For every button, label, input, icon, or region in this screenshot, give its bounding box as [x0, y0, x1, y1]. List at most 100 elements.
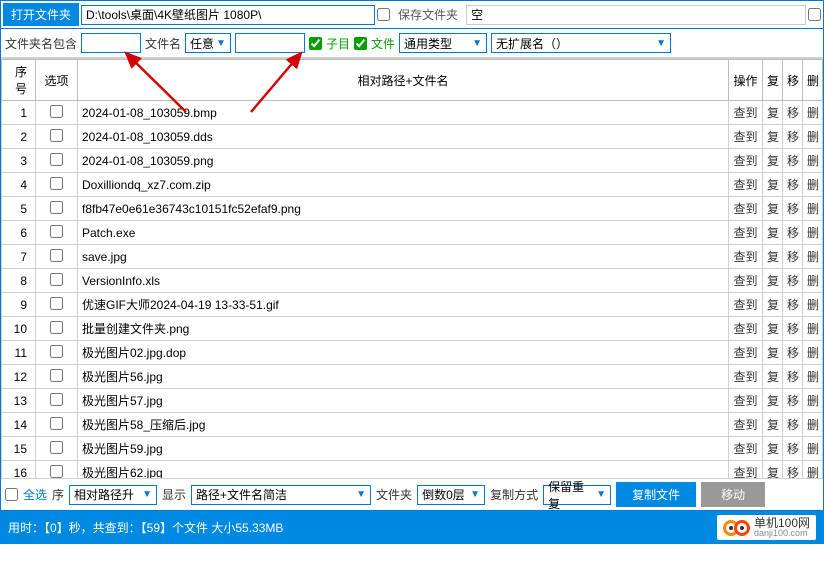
save-folder-button[interactable]: 保存文件夹 — [392, 3, 464, 26]
save-path-input[interactable] — [466, 5, 806, 25]
row-checkbox[interactable] — [50, 177, 63, 190]
copy-link[interactable]: 复 — [767, 274, 779, 288]
file-table-wrap[interactable]: 序号 选项 相对路径+文件名 操作 复 移 删 1 2024-01-08_103… — [1, 58, 823, 478]
del-link[interactable]: 删 — [807, 154, 819, 168]
del-link[interactable]: 删 — [807, 274, 819, 288]
display-mode-dropdown[interactable]: 路径+文件名简洁▼ — [191, 485, 371, 505]
subdir-checkbox[interactable] — [309, 37, 322, 50]
file-checkbox[interactable] — [354, 37, 367, 50]
table-row[interactable]: 2 2024-01-08_103059.dds 查到 复 移 删 — [2, 125, 823, 149]
layers-dropdown[interactable]: 倒数0层▼ — [417, 485, 485, 505]
move-link[interactable]: 移 — [787, 202, 799, 216]
sort-dropdown[interactable]: 相对路径升▼ — [69, 485, 157, 505]
view-link[interactable]: 查到 — [733, 442, 757, 456]
row-checkbox[interactable] — [50, 153, 63, 166]
copy-link[interactable]: 复 — [767, 322, 779, 336]
view-link[interactable]: 查到 — [733, 298, 757, 312]
keep-dropdown[interactable]: 保留重复▼ — [543, 485, 611, 505]
del-link[interactable]: 删 — [807, 226, 819, 240]
row-checkbox[interactable] — [50, 465, 63, 478]
table-row[interactable]: 14 极光图片58_压缩后.jpg 查到 复 移 删 — [2, 413, 823, 437]
table-row[interactable]: 4 Doxilliondq_xz7.com.zip 查到 复 移 删 — [2, 173, 823, 197]
filename-input[interactable] — [235, 33, 305, 53]
move-link[interactable]: 移 — [787, 178, 799, 192]
copy-link[interactable]: 复 — [767, 442, 779, 456]
copy-link[interactable]: 复 — [767, 226, 779, 240]
table-row[interactable]: 16 极光图片62.jpg 查到 复 移 删 — [2, 461, 823, 479]
view-link[interactable]: 查到 — [733, 370, 757, 384]
copy-link[interactable]: 复 — [767, 106, 779, 120]
row-checkbox[interactable] — [50, 393, 63, 406]
copy-link[interactable]: 复 — [767, 466, 779, 478]
del-link[interactable]: 删 — [807, 130, 819, 144]
move-link[interactable]: 移 — [787, 346, 799, 360]
view-link[interactable]: 查到 — [733, 106, 757, 120]
table-row[interactable]: 15 极光图片59.jpg 查到 复 移 删 — [2, 437, 823, 461]
row-checkbox[interactable] — [50, 297, 63, 310]
copy-link[interactable]: 复 — [767, 250, 779, 264]
copy-link[interactable]: 复 — [767, 202, 779, 216]
folder-contains-input[interactable] — [81, 33, 141, 53]
view-link[interactable]: 查到 — [733, 226, 757, 240]
row-checkbox[interactable] — [50, 441, 63, 454]
move-link[interactable]: 移 — [787, 154, 799, 168]
copy-link[interactable]: 复 — [767, 298, 779, 312]
copy-files-button[interactable]: 复制文件 — [616, 482, 696, 507]
select-all-checkbox[interactable] — [5, 488, 18, 501]
del-link[interactable]: 删 — [807, 202, 819, 216]
row-checkbox[interactable] — [50, 417, 63, 430]
del-link[interactable]: 删 — [807, 250, 819, 264]
move-link[interactable]: 移 — [787, 418, 799, 432]
view-link[interactable]: 查到 — [733, 130, 757, 144]
copy-link[interactable]: 复 — [767, 130, 779, 144]
move-link[interactable]: 移 — [787, 466, 799, 478]
header-del[interactable]: 删 — [803, 60, 823, 101]
row-checkbox[interactable] — [50, 249, 63, 262]
move-link[interactable]: 移 — [787, 370, 799, 384]
row-checkbox[interactable] — [50, 105, 63, 118]
del-link[interactable]: 删 — [807, 106, 819, 120]
row-checkbox[interactable] — [50, 369, 63, 382]
view-link[interactable]: 查到 — [733, 154, 757, 168]
view-link[interactable]: 查到 — [733, 250, 757, 264]
extension-dropdown[interactable]: 无扩展名（）▼ — [491, 33, 671, 53]
del-link[interactable]: 删 — [807, 394, 819, 408]
table-row[interactable]: 13 极光图片57.jpg 查到 复 移 删 — [2, 389, 823, 413]
source-path-input[interactable] — [81, 5, 375, 25]
move-link[interactable]: 移 — [787, 322, 799, 336]
view-link[interactable]: 查到 — [733, 418, 757, 432]
table-row[interactable]: 5 f8fb47e0e61e36743c10151fc52efaf9.png 查… — [2, 197, 823, 221]
copy-link[interactable]: 复 — [767, 178, 779, 192]
header-copy[interactable]: 复 — [763, 60, 783, 101]
move-link[interactable]: 移 — [787, 226, 799, 240]
table-row[interactable]: 12 极光图片56.jpg 查到 复 移 删 — [2, 365, 823, 389]
table-row[interactable]: 10 批量创建文件夹.png 查到 复 移 删 — [2, 317, 823, 341]
row-checkbox[interactable] — [50, 345, 63, 358]
table-row[interactable]: 3 2024-01-08_103059.png 查到 复 移 删 — [2, 149, 823, 173]
row-checkbox[interactable] — [50, 225, 63, 238]
view-link[interactable]: 查到 — [733, 322, 757, 336]
header-move[interactable]: 移 — [783, 60, 803, 101]
copy-link[interactable]: 复 — [767, 346, 779, 360]
view-link[interactable]: 查到 — [733, 274, 757, 288]
table-row[interactable]: 7 save.jpg 查到 复 移 删 — [2, 245, 823, 269]
move-link[interactable]: 移 — [787, 394, 799, 408]
del-link[interactable]: 删 — [807, 466, 819, 478]
select-all-label[interactable]: 全选 — [23, 486, 47, 503]
open-folder-button[interactable]: 打开文件夹 — [3, 3, 79, 26]
del-link[interactable]: 删 — [807, 418, 819, 432]
table-row[interactable]: 9 优速GIF大师2024-04-19 13-33-51.gif 查到 复 移 … — [2, 293, 823, 317]
copy-link[interactable]: 复 — [767, 394, 779, 408]
table-row[interactable]: 1 2024-01-08_103059.bmp 查到 复 移 删 — [2, 101, 823, 125]
table-row[interactable]: 6 Patch.exe 查到 复 移 删 — [2, 221, 823, 245]
copy-link[interactable]: 复 — [767, 418, 779, 432]
view-link[interactable]: 查到 — [733, 202, 757, 216]
move-files-button[interactable]: 移动 — [701, 482, 765, 507]
header-path[interactable]: 相对路径+文件名 — [78, 60, 729, 101]
site-logo[interactable]: 单机100网danji100.com — [717, 515, 816, 540]
view-link[interactable]: 查到 — [733, 394, 757, 408]
type-dropdown[interactable]: 通用类型▼ — [399, 33, 487, 53]
move-link[interactable]: 移 — [787, 130, 799, 144]
row-checkbox[interactable] — [50, 129, 63, 142]
move-link[interactable]: 移 — [787, 106, 799, 120]
